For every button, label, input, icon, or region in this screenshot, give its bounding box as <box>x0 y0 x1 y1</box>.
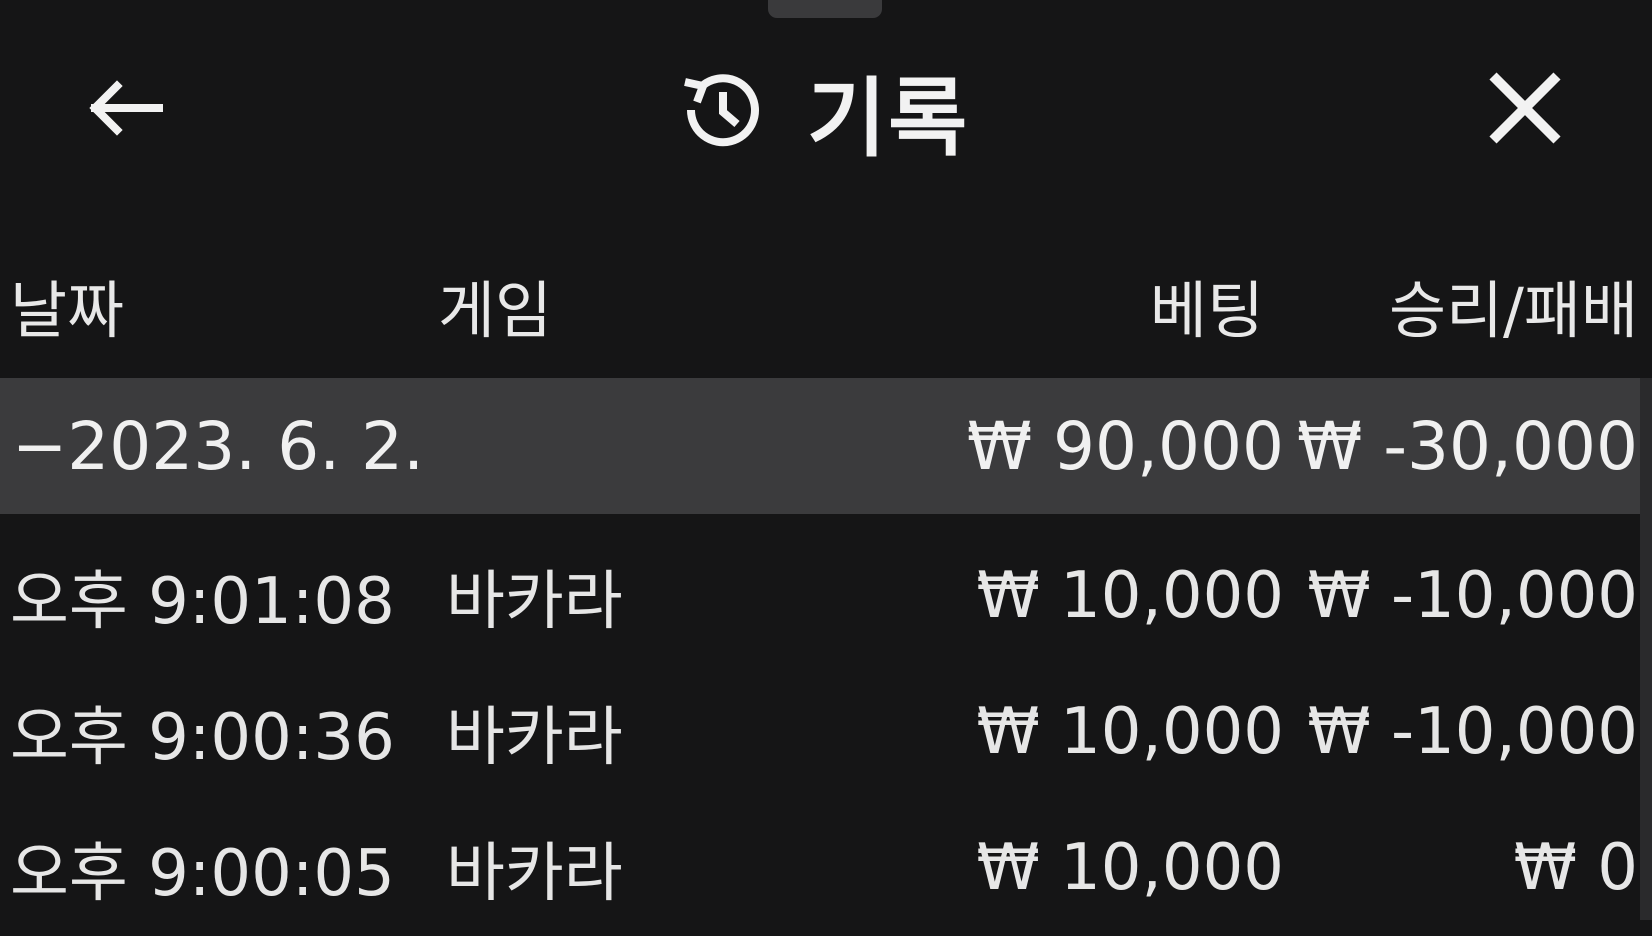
history-icon <box>675 64 767 156</box>
date-group-row[interactable]: −2023. 6. 2. ₩ 90,000 ₩ -30,000 <box>0 378 1652 514</box>
header: 기록 <box>0 0 1652 210</box>
scrollbar[interactable] <box>1640 378 1652 920</box>
row-bet: ₩ 10,000 <box>976 831 1284 905</box>
row-bet: ₩ 10,000 <box>976 559 1284 633</box>
group-bet-total: ₩ 90,000 <box>966 407 1284 485</box>
group-result-total: ₩ -30,000 <box>1297 407 1638 485</box>
column-header-result: 승리/패배 <box>1388 274 1638 347</box>
close-icon <box>1487 70 1563 150</box>
row-game: 바카라 <box>446 837 623 911</box>
row-game: 바카라 <box>446 701 623 775</box>
back-button[interactable] <box>80 70 170 150</box>
arrow-left-icon <box>85 78 165 142</box>
column-header-bet: 베팅 <box>1149 274 1264 347</box>
row-time: 오후 9:01:08 <box>10 565 395 639</box>
column-header-game: 게임 <box>438 274 553 347</box>
table-row[interactable]: 오후 9:01:08 바카라 ₩ 10,000 ₩ -10,000 <box>0 528 1652 664</box>
row-result: ₩ 0 <box>1513 831 1638 905</box>
page-title-group: 기록 <box>675 60 969 169</box>
group-date: −2023. 6. 2. <box>12 407 425 485</box>
row-bet: ₩ 10,000 <box>976 695 1284 769</box>
row-game: 바카라 <box>446 565 623 639</box>
row-time: 오후 9:00:36 <box>10 701 395 775</box>
table-row[interactable]: 오후 9:00:36 바카라 ₩ 10,000 ₩ -10,000 <box>0 664 1652 800</box>
row-result: ₩ -10,000 <box>1307 559 1638 633</box>
column-header-date: 날짜 <box>10 274 125 347</box>
row-time: 오후 9:00:05 <box>10 837 395 911</box>
close-button[interactable] <box>1480 65 1570 155</box>
table-row[interactable]: 오후 9:00:05 바카라 ₩ 10,000 ₩ 0 <box>0 800 1652 936</box>
row-result: ₩ -10,000 <box>1307 695 1638 769</box>
page-title: 기록 <box>807 68 970 169</box>
